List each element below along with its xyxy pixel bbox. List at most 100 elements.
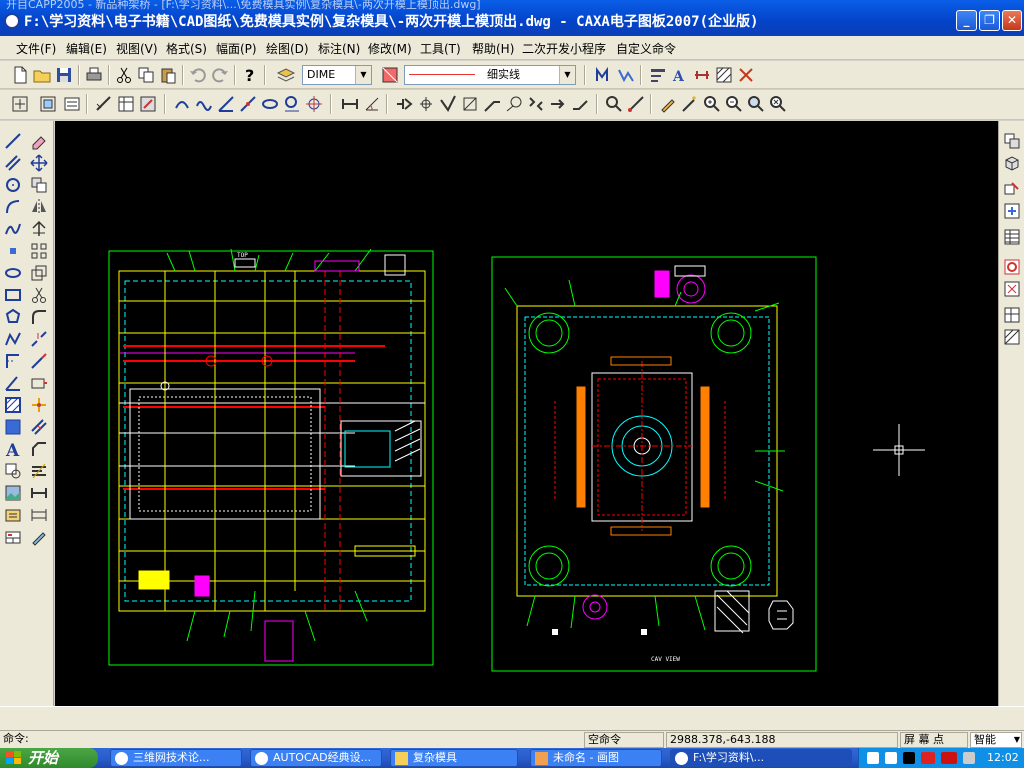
array-icon[interactable]: [29, 241, 49, 261]
zoom-all-icon[interactable]: [62, 94, 82, 114]
menu-format[interactable]: 格式(S): [166, 40, 207, 57]
caxa-app-icon[interactable]: [4, 13, 20, 29]
style-icon[interactable]: [648, 65, 668, 85]
copy-move-icon[interactable]: [29, 175, 49, 195]
tray-app-icon[interactable]: [941, 752, 957, 764]
block-insert-icon[interactable]: [3, 461, 23, 481]
pen-icon[interactable]: [658, 94, 678, 114]
stretch-icon[interactable]: [29, 373, 49, 393]
task-item[interactable]: 未命名 - 画图: [530, 749, 662, 767]
dim-break-icon[interactable]: [29, 483, 49, 503]
spline-icon[interactable]: [194, 94, 214, 114]
new-file-icon[interactable]: [10, 65, 30, 85]
redo-icon[interactable]: [210, 65, 230, 85]
menu-draw[interactable]: 绘图(D): [266, 40, 309, 57]
trim-icon[interactable]: [29, 285, 49, 305]
break-icon[interactable]: [29, 329, 49, 349]
dynamic-pan-icon[interactable]: [10, 94, 30, 114]
part-icon[interactable]: [1002, 257, 1022, 277]
table-icon[interactable]: [116, 94, 136, 114]
view-arrow-icon[interactable]: [548, 94, 568, 114]
zoom-previous-icon[interactable]: [768, 94, 788, 114]
restore-button[interactable]: ❐: [979, 10, 1000, 31]
tray-app-icon[interactable]: [903, 752, 915, 764]
linear-dim-icon[interactable]: [94, 94, 114, 114]
menu-dimension[interactable]: 标注(N): [318, 40, 360, 57]
tray-app-icon[interactable]: [885, 752, 897, 764]
menu-edit[interactable]: 编辑(E): [66, 40, 107, 57]
point-icon[interactable]: [3, 241, 23, 261]
fill-icon[interactable]: [3, 417, 23, 437]
align-icon[interactable]: [29, 461, 49, 481]
move-icon[interactable]: [29, 153, 49, 173]
chevron-down-icon[interactable]: ▼: [1014, 733, 1020, 747]
section-icon[interactable]: [526, 94, 546, 114]
task-item-active[interactable]: F:\学习资料\...: [670, 749, 852, 767]
volume-icon[interactable]: [963, 752, 975, 764]
offset-icon[interactable]: [29, 417, 49, 437]
paste-icon[interactable]: [158, 65, 178, 85]
zoom-extents-icon[interactable]: [746, 94, 766, 114]
zoom-in-icon[interactable]: [702, 94, 722, 114]
layer-select[interactable]: DIME ▼: [302, 65, 372, 85]
eraser-icon[interactable]: [29, 131, 49, 151]
task-item[interactable]: 三维网技术论...: [110, 749, 242, 767]
part-library-icon[interactable]: [3, 505, 23, 525]
clock[interactable]: 12:02: [987, 748, 1019, 768]
help-icon[interactable]: ?: [240, 65, 260, 85]
print-icon[interactable]: [84, 65, 104, 85]
minimize-button[interactable]: _: [956, 10, 977, 31]
circle-tangent-icon[interactable]: [282, 94, 302, 114]
undo-icon[interactable]: [188, 65, 208, 85]
mirror-icon[interactable]: [29, 197, 49, 217]
datum-icon[interactable]: [416, 94, 436, 114]
magic-wand-icon[interactable]: [680, 94, 700, 114]
arc-tool-icon[interactable]: [3, 197, 23, 217]
query-icon[interactable]: [604, 94, 624, 114]
balloon-icon[interactable]: [504, 94, 524, 114]
chevron-down-icon[interactable]: ▼: [355, 66, 371, 84]
hatch-icon[interactable]: [3, 395, 23, 415]
block-create-icon[interactable]: [1002, 131, 1022, 151]
ellipse-tool-icon[interactable]: [3, 263, 23, 283]
cube-icon[interactable]: [1002, 153, 1022, 173]
polyline-icon[interactable]: [3, 329, 23, 349]
explode-icon[interactable]: [29, 395, 49, 415]
point-style-icon[interactable]: [736, 65, 756, 85]
arc-icon[interactable]: [172, 94, 192, 114]
format-painter-icon[interactable]: [29, 527, 49, 547]
title-block-icon[interactable]: [3, 527, 23, 547]
center-line-icon[interactable]: [304, 94, 324, 114]
scale-icon[interactable]: [29, 263, 49, 283]
distance-icon[interactable]: [626, 94, 646, 114]
menu-custom-commands[interactable]: 自定义命令: [616, 40, 676, 57]
chamfer-icon[interactable]: [29, 439, 49, 459]
rectangle-icon[interactable]: [3, 285, 23, 305]
task-item[interactable]: AUTOCAD经典设...: [250, 749, 382, 767]
center-line-tool-icon[interactable]: [3, 351, 23, 371]
angle-line-icon[interactable]: [216, 94, 236, 114]
menu-sheet[interactable]: 幅面(P): [216, 40, 257, 57]
menu-tools[interactable]: 工具(T): [420, 40, 461, 57]
block-icon[interactable]: [138, 94, 158, 114]
extend-icon[interactable]: [29, 351, 49, 371]
angular-dim-icon[interactable]: [362, 94, 382, 114]
screen-point-mode[interactable]: 屏 幕 点: [900, 732, 968, 748]
menu-help[interactable]: 帮助(H): [472, 40, 514, 57]
roughness-icon[interactable]: [438, 94, 458, 114]
ellipse-icon[interactable]: [260, 94, 280, 114]
command-prompt[interactable]: 命令:: [0, 732, 582, 748]
weld-icon[interactable]: [460, 94, 480, 114]
polygon-icon[interactable]: [3, 307, 23, 327]
start-button[interactable]: 开始: [0, 748, 98, 768]
tolerance-icon[interactable]: [394, 94, 414, 114]
leader-icon[interactable]: [482, 94, 502, 114]
linetype-select[interactable]: 细实线 ▼: [404, 65, 576, 85]
part-extract-icon[interactable]: [1002, 279, 1022, 299]
match-property-icon[interactable]: [616, 65, 636, 85]
dimension-icon[interactable]: [340, 94, 360, 114]
menu-secondary-dev[interactable]: 二次开发小程序: [522, 40, 606, 57]
cut-icon[interactable]: [114, 65, 134, 85]
drawing-canvas[interactable]: TOP CAV VIEW: [55, 121, 998, 706]
menu-view[interactable]: 视图(V): [116, 40, 158, 57]
